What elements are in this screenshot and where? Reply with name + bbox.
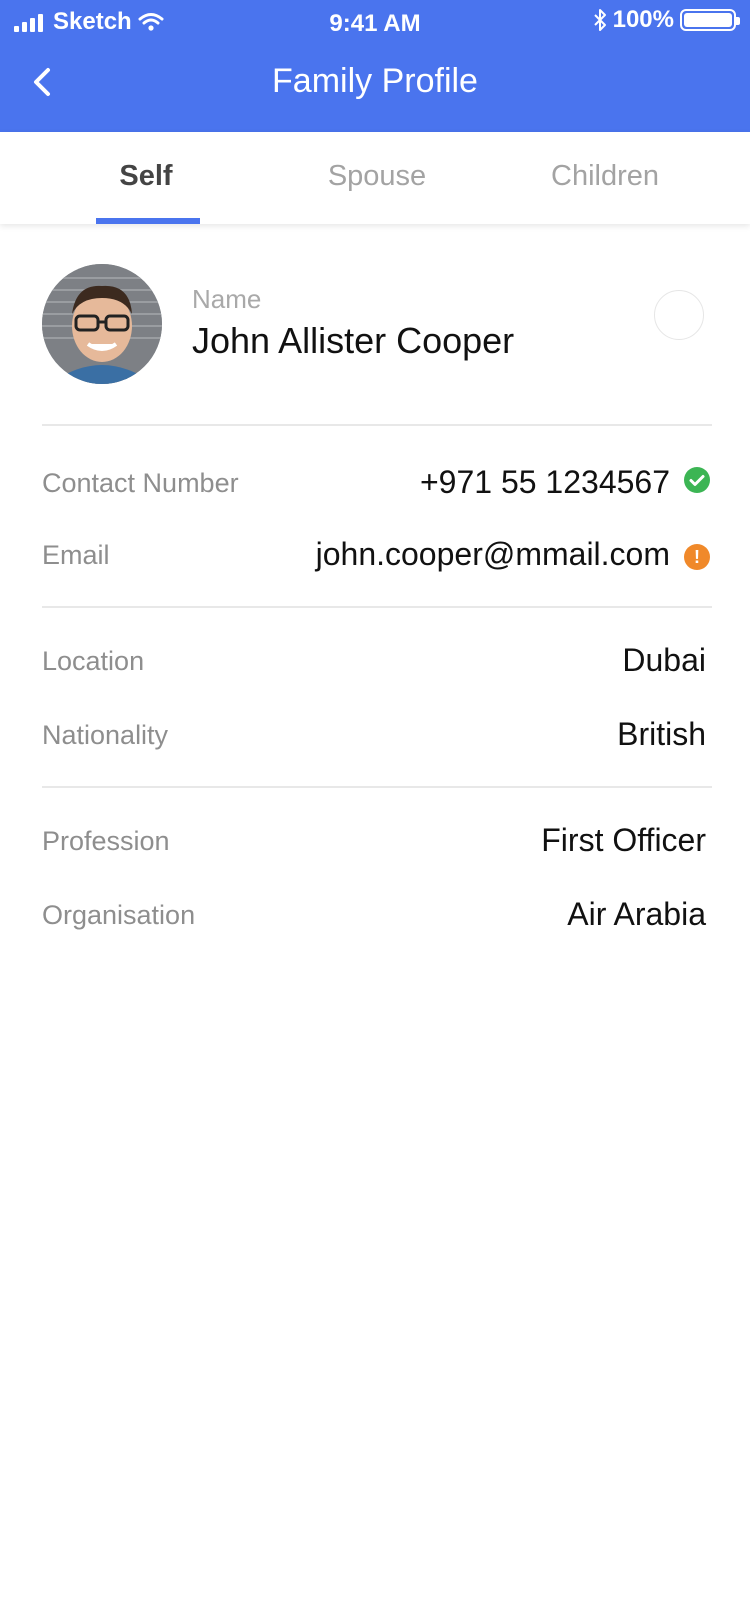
active-tab-indicator	[96, 218, 200, 224]
name-label: Name	[192, 284, 262, 314]
tab-children[interactable]: Children	[505, 160, 705, 193]
organisation-value: Air Arabia	[567, 896, 706, 932]
tab-bar: Self Spouse Children	[0, 132, 750, 224]
profession-value: First Officer	[541, 822, 706, 858]
divider	[42, 606, 712, 608]
battery-percent: 100%	[612, 6, 674, 33]
organisation-label: Organisation	[42, 900, 196, 930]
verified-check-icon	[684, 467, 710, 493]
divider	[42, 786, 712, 788]
profession-label: Profession	[42, 826, 170, 856]
header: Sketch 9:41 AM 100% Family Profile	[0, 0, 750, 132]
page-title: Family Profile	[272, 62, 478, 100]
contact-number-value: +971 55 1234567	[419, 464, 670, 500]
avatar	[42, 264, 162, 384]
tab-self[interactable]: Self	[46, 160, 246, 193]
tab-spouse[interactable]: Spouse	[277, 160, 477, 193]
email-label: Email	[42, 540, 110, 570]
location-value: Dubai	[622, 642, 706, 678]
contact-number-label: Contact Number	[42, 468, 239, 498]
status-bar: Sketch 9:41 AM 100%	[0, 0, 750, 44]
name-value: John Allister Cooper	[192, 320, 515, 361]
battery-icon	[680, 9, 740, 31]
bluetooth-icon	[593, 9, 606, 31]
nationality-label: Nationality	[42, 720, 169, 750]
warning-icon: !	[684, 544, 710, 570]
divider	[42, 424, 712, 426]
location-label: Location	[42, 646, 145, 676]
email-value: john.cooper@mmail.com	[315, 536, 670, 572]
select-radio[interactable]	[654, 290, 704, 340]
nationality-value: British	[617, 716, 706, 752]
status-right: 100%	[593, 6, 740, 34]
